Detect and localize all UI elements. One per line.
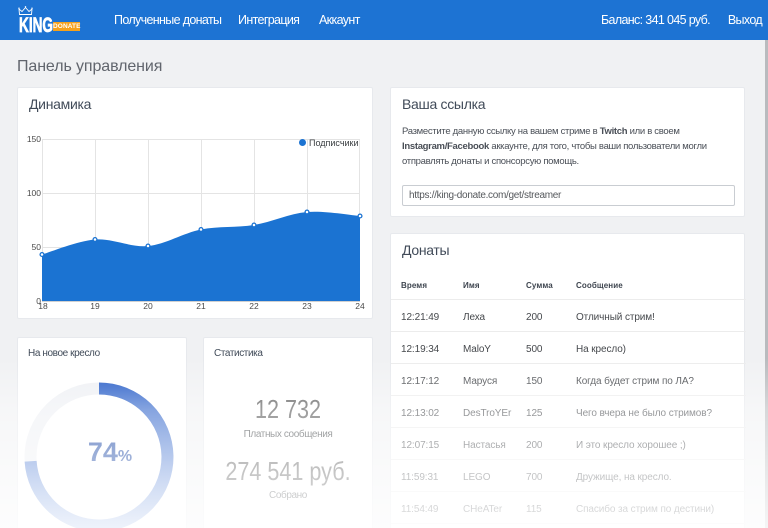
svg-text:22: 22 (249, 301, 259, 311)
svg-text:23: 23 (302, 301, 312, 311)
svg-text:20: 20 (143, 301, 153, 311)
svg-text:21: 21 (196, 301, 206, 311)
svg-text:Подписчики: Подписчики (309, 138, 359, 148)
svg-text:24: 24 (355, 301, 365, 311)
svg-text:19: 19 (90, 301, 100, 311)
svg-text:100: 100 (27, 188, 41, 198)
svg-text:50: 50 (32, 242, 42, 252)
svg-text:18: 18 (38, 301, 48, 311)
svg-text:150: 150 (27, 134, 41, 144)
